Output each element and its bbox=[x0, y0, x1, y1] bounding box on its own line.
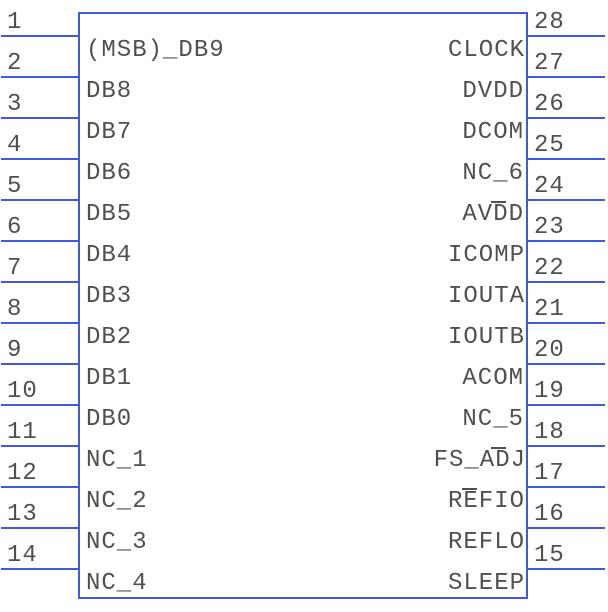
overbar bbox=[491, 447, 505, 449]
pin-label: DB2 bbox=[86, 324, 132, 351]
pin-label: NC_1 bbox=[86, 447, 148, 474]
pin-label: NC_6 bbox=[462, 160, 524, 187]
pin-label: DB6 bbox=[86, 160, 132, 187]
pin-label: DB5 bbox=[86, 201, 132, 228]
pin-label: ACOM bbox=[462, 365, 524, 392]
pin-label: ICOMP bbox=[448, 242, 525, 269]
pin-number: 28 bbox=[534, 9, 565, 36]
pin-number: 15 bbox=[534, 542, 565, 569]
pin-label: DB4 bbox=[86, 242, 132, 269]
pin-label: DB7 bbox=[86, 119, 132, 146]
pin-number: 9 bbox=[7, 337, 22, 364]
overbar bbox=[462, 488, 476, 490]
pin-number: 20 bbox=[534, 337, 565, 364]
pin-label: (MSB)_DB9 bbox=[86, 37, 225, 64]
pin-number: 17 bbox=[534, 460, 565, 487]
pin-number: 3 bbox=[7, 91, 22, 118]
pin-label: NC_4 bbox=[86, 570, 148, 597]
pin-number: 4 bbox=[7, 132, 22, 159]
pin-label: DCOM bbox=[462, 119, 524, 146]
pin-label: DVDD bbox=[462, 78, 524, 105]
pin-number: 21 bbox=[534, 296, 565, 323]
pin-number: 8 bbox=[7, 296, 22, 323]
pin-number: 11 bbox=[7, 419, 38, 446]
pin-number: 24 bbox=[534, 173, 565, 200]
pin-label: DB3 bbox=[86, 283, 132, 310]
pin-label: REFIO bbox=[448, 488, 525, 515]
pin-label: NC_2 bbox=[86, 488, 148, 515]
pin-number: 22 bbox=[534, 255, 565, 282]
pin-label: REFLO bbox=[448, 529, 525, 556]
overbar bbox=[491, 201, 505, 203]
pin-number: 2 bbox=[7, 50, 22, 77]
pin-number: 23 bbox=[534, 214, 565, 241]
pin-number: 12 bbox=[7, 460, 38, 487]
pin-number: 6 bbox=[7, 214, 22, 241]
pin-number: 27 bbox=[534, 50, 565, 77]
pin-label: NC_5 bbox=[462, 406, 524, 433]
pin-number: 5 bbox=[7, 173, 22, 200]
pin-number: 13 bbox=[7, 501, 38, 528]
pin-label: NC_3 bbox=[86, 529, 148, 556]
pin-label: DB1 bbox=[86, 365, 132, 392]
pin-number: 7 bbox=[7, 255, 22, 282]
pin-label: DB8 bbox=[86, 78, 132, 105]
pin-label: IOUTB bbox=[448, 324, 525, 351]
pin-number: 18 bbox=[534, 419, 565, 446]
pin-label: DB0 bbox=[86, 406, 132, 433]
pin-number: 25 bbox=[534, 132, 565, 159]
pin-number: 26 bbox=[534, 91, 565, 118]
pin-number: 19 bbox=[534, 378, 565, 405]
pin-label: CLOCK bbox=[448, 37, 525, 64]
pin-label: IOUTA bbox=[448, 283, 525, 310]
pin-label: SLEEP bbox=[448, 570, 525, 597]
pinout-diagram: 1 (MSB)_DB9 2 DB8 3 DB7 4 DB6 5 DB5 6 DB4 7 DB3 8 DB2 9 D… bbox=[0, 0, 608, 612]
pin-number: 14 bbox=[7, 542, 38, 569]
pin-number: 10 bbox=[7, 378, 38, 405]
pin-label: AVDD bbox=[462, 201, 524, 228]
pin-number: 1 bbox=[7, 9, 22, 36]
pin-number: 16 bbox=[534, 501, 565, 528]
pin-label: FS_ADJ bbox=[434, 447, 526, 474]
